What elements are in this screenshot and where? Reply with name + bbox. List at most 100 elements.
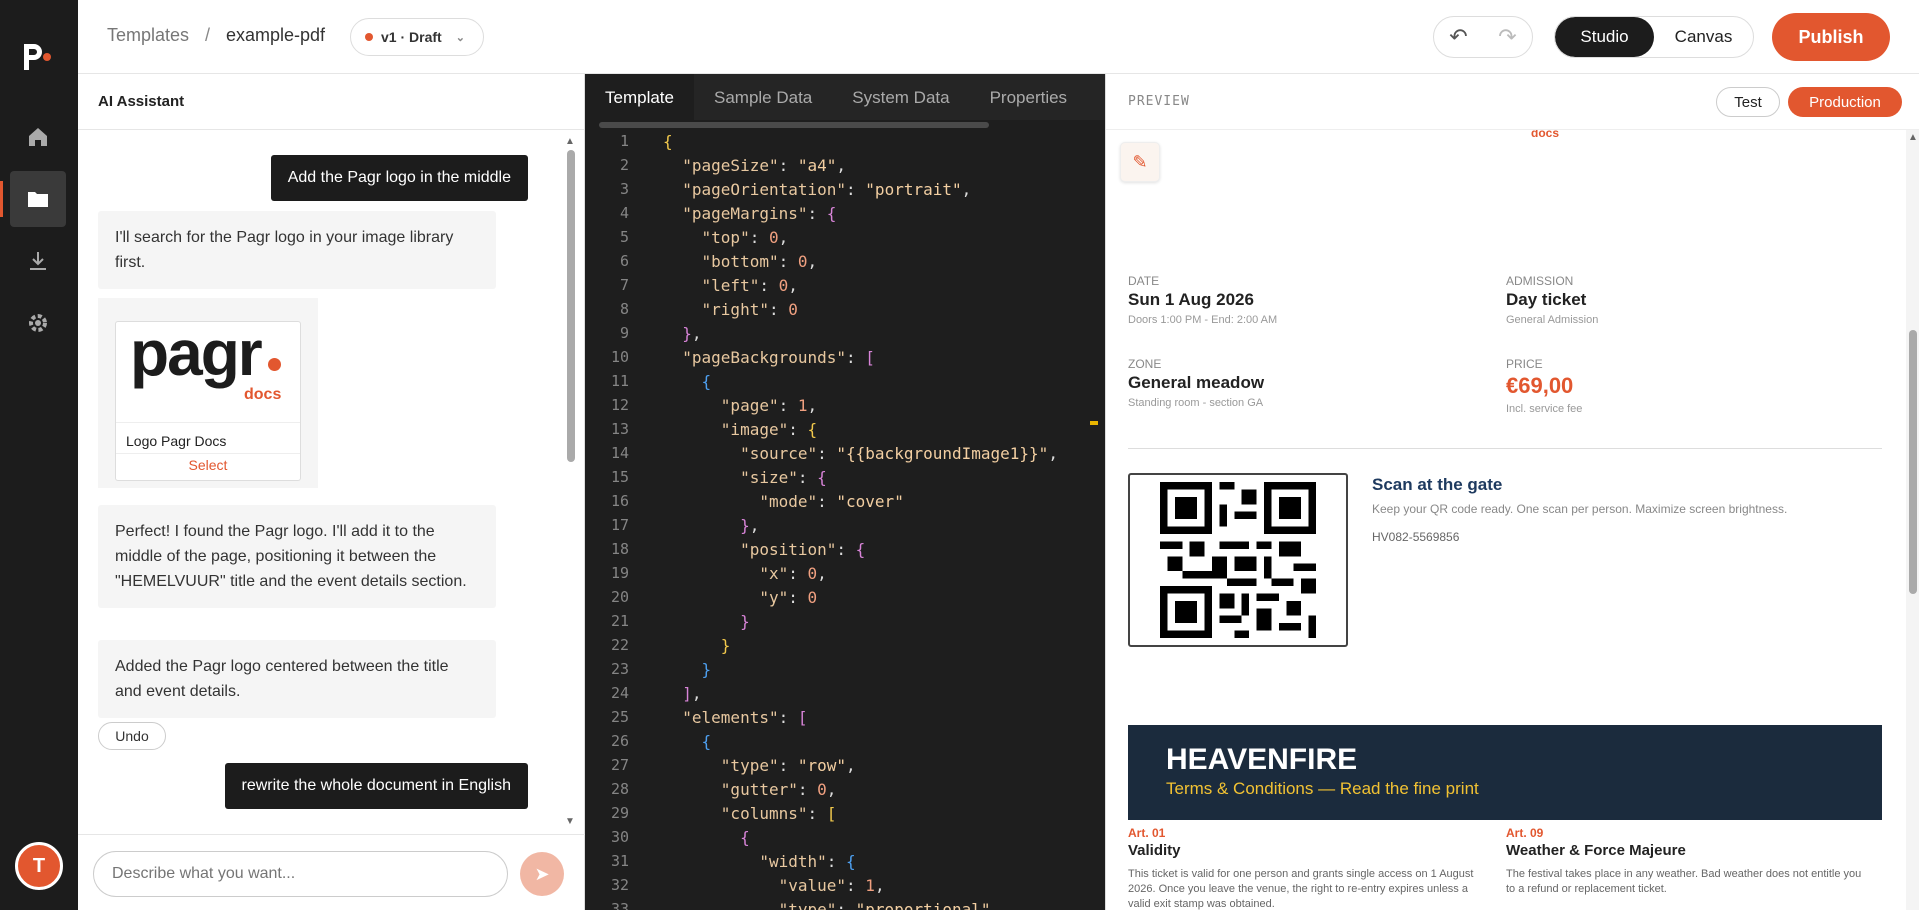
tab-sample-data[interactable]: Sample Data [694, 88, 832, 120]
chat-composer: ➤ [78, 834, 585, 910]
preview-panel: PREVIEW Test Production docs ✎ DATE Sun … [1105, 74, 1919, 910]
logo-docs-fragment: docs [1531, 130, 1560, 140]
folder-icon[interactable] [0, 171, 66, 227]
code-area[interactable]: 1{ 2 "pageSize": "a4", 3 "pageOrientatio… [585, 132, 1095, 910]
article-title: Weather & Force Majeure [1506, 842, 1686, 859]
zone-sub: Standing room - section GA [1128, 397, 1264, 409]
scan-description: Keep your QR code ready. One scan per pe… [1372, 502, 1788, 516]
app-root: T Templates / example-pdf v1 · Draft ⌄ ↶… [0, 0, 1919, 910]
scan-title: Scan at the gate [1372, 475, 1503, 494]
tab-template[interactable]: Template [585, 74, 694, 120]
article-validity: Art. 01 Validity This ticket is valid fo… [1128, 826, 1488, 910]
article-body: This ticket is valid for one person and … [1128, 868, 1474, 910]
scrollbar-thumb[interactable] [567, 150, 575, 462]
ticket-code: HV082-5569856 [1372, 530, 1460, 544]
breadcrumb-current: example-pdf [226, 25, 326, 45]
assistant-message: Perfect! I found the Pagr logo. I'll add… [98, 505, 496, 608]
version-dropdown[interactable]: v1 · Draft ⌄ [350, 18, 484, 56]
redo-icon[interactable]: ↷ [1498, 24, 1516, 50]
zone-field: ZONE General meadow Standing room - sect… [1128, 357, 1264, 409]
chevron-down-icon: ⌄ [455, 31, 465, 44]
download-icon[interactable] [10, 233, 66, 289]
article-title: Validity [1128, 842, 1181, 859]
tab-system-data[interactable]: System Data [832, 88, 969, 120]
scroll-up-icon[interactable]: ▲ [565, 136, 575, 147]
tab-properties[interactable]: Properties [970, 88, 1087, 120]
breadcrumb-templates[interactable]: Templates [107, 25, 189, 46]
assistant-message: Added the Pagr logo centered between the… [98, 640, 496, 718]
date-label: DATE [1128, 274, 1160, 288]
mode-toggle: Studio Canvas [1554, 16, 1754, 58]
template-editor: Template Sample Data System Data Propert… [585, 74, 1105, 910]
scroll-up-icon[interactable]: ▲ [1908, 132, 1918, 143]
select-image-button[interactable]: Select [116, 453, 300, 473]
ruler-marker [1090, 421, 1098, 425]
article-body: The festival takes place in any weather.… [1506, 868, 1862, 895]
logo-result: pagr docs Logo Pagr Docs Select [98, 298, 318, 488]
home-icon[interactable] [10, 109, 66, 165]
editor-tabs: Template Sample Data System Data Propert… [585, 74, 1105, 120]
send-icon[interactable]: ➤ [520, 852, 564, 896]
section-divider [1128, 448, 1882, 449]
left-rail: T [0, 0, 78, 910]
zone-label: ZONE [1128, 357, 1162, 371]
edit-icon[interactable]: ✎ [1120, 142, 1160, 182]
date-value: Sun 1 Aug 2026 [1128, 290, 1254, 309]
admission-sub: General Admission [1506, 314, 1599, 326]
pagr-logo-icon[interactable] [20, 38, 56, 74]
top-bar: Templates / example-pdf v1 · Draft ⌄ ↶ ↷… [78, 0, 1919, 74]
preview-scrollbar[interactable]: ▲ [1906, 130, 1919, 910]
preview-header: PREVIEW Test Production [1106, 74, 1919, 130]
scrollbar-thumb[interactable] [1909, 330, 1917, 594]
production-button[interactable]: Production [1788, 87, 1902, 117]
article-number: Art. 01 [1128, 826, 1166, 840]
scroll-down-icon[interactable]: ▼ [565, 816, 575, 827]
user-message: Add the Pagr logo in the middle [270, 155, 528, 201]
article-weather: Art. 09 Weather & Force Majeure The fest… [1506, 826, 1866, 897]
admission-value: Day ticket [1506, 290, 1587, 309]
mode-canvas-button[interactable]: Canvas [1654, 17, 1753, 57]
preview-label: PREVIEW [1128, 94, 1190, 109]
qr-code [1128, 473, 1348, 647]
pagr-logo-image: pagr docs [116, 317, 300, 422]
logo-sub: docs [244, 386, 282, 403]
terms-subtitle: Terms & Conditions — Read the fine print [1166, 779, 1479, 798]
assistant-title: AI Assistant [78, 74, 584, 130]
avatar[interactable]: T [15, 842, 63, 890]
event-title: HEAVENFIRE [1166, 743, 1358, 776]
image-card[interactable]: pagr docs Logo Pagr Docs Select [115, 317, 301, 481]
chat-scrollbar[interactable]: ▲ ▼ [564, 136, 576, 836]
draft-status-dot [365, 33, 373, 41]
breadcrumb-separator: / [205, 25, 211, 45]
logo-dot [268, 358, 281, 371]
price-field: PRICE €69,00 Incl. service fee [1506, 357, 1582, 415]
date-field: DATE Sun 1 Aug 2026 Doors 1:00 PM - End:… [1128, 274, 1277, 326]
assistant-panel: AI Assistant Add the Pagr logo in the mi… [78, 74, 585, 910]
user-message: rewrite the whole document in English [224, 763, 528, 809]
terms-banner: HEAVENFIRE Terms & Conditions — Read the… [1128, 725, 1882, 820]
logo-wordmark: pagr [130, 317, 263, 389]
gear-icon[interactable] [10, 295, 66, 351]
editor-overview-ruler [1090, 126, 1098, 910]
image-name: Logo Pagr Docs [116, 422, 300, 453]
article-number: Art. 09 [1506, 826, 1544, 840]
history-controls: ↶ ↷ [1433, 16, 1533, 58]
publish-button[interactable]: Publish [1772, 13, 1890, 61]
date-sub: Doors 1:00 PM - End: 2:00 AM [1128, 314, 1278, 326]
mode-studio-button[interactable]: Studio [1555, 17, 1654, 57]
chat-thread: Add the Pagr logo in the middle I'll sea… [78, 130, 568, 830]
prompt-input[interactable] [93, 851, 508, 897]
editor-horizontal-scrollbar[interactable] [599, 122, 989, 128]
admission-label: ADMISSION [1506, 274, 1574, 288]
assistant-message: I'll search for the Pagr logo in your im… [98, 211, 496, 289]
undo-change-button[interactable]: Undo [98, 722, 166, 750]
price-value: €69,00 [1506, 373, 1574, 398]
admission-field: ADMISSION Day ticket General Admission [1506, 274, 1598, 326]
price-label: PRICE [1506, 357, 1543, 371]
pdf-page: docs ✎ DATE Sun 1 Aug 2026 Doors 1:00 PM… [1106, 130, 1906, 910]
price-sub: Incl. service fee [1506, 403, 1583, 415]
test-button[interactable]: Test [1716, 87, 1780, 117]
version-label: v1 · Draft [381, 29, 442, 45]
zone-value: General meadow [1128, 373, 1265, 392]
undo-icon[interactable]: ↶ [1449, 24, 1467, 50]
